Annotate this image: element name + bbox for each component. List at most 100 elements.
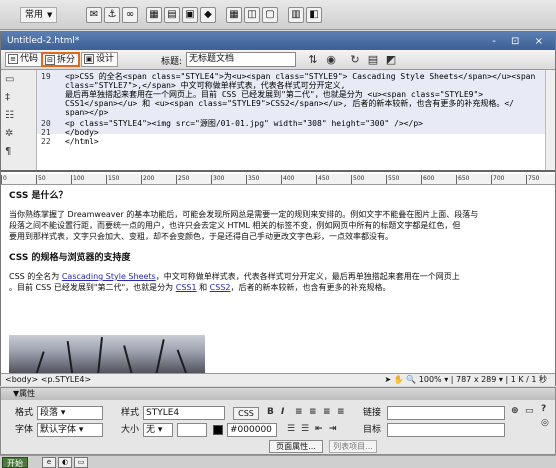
target-select[interactable] <box>387 423 505 437</box>
font-label: 字体 <box>15 425 34 435</box>
document-window: Untitled-2.html* - ⊡ × ≡ 代码 ⊟ 拆分 ▣ 设计 标题: 无… <box>0 31 556 386</box>
split-view-button[interactable]: ⊟ 拆分 <box>41 52 81 67</box>
format-select[interactable]: 段落 ▾ <box>37 406 103 420</box>
pointer-tool-icon[interactable]: ➤ <box>385 375 392 384</box>
date-icon[interactable]: ▦ <box>226 7 242 23</box>
code-line: 22 </html> <box>41 137 99 146</box>
start-button[interactable]: 开始 <box>2 457 28 468</box>
comment-icon[interactable]: ▢ <box>262 7 278 23</box>
visual-aids-icon[interactable]: ◩ <box>383 52 399 67</box>
zoom-level[interactable]: 100% <box>419 375 442 384</box>
code-scrollbar[interactable] <box>545 70 555 170</box>
size-select[interactable]: 无 ▾ <box>143 423 173 437</box>
refresh-icon[interactable]: ↻ <box>347 52 363 67</box>
code-line: CSS1</span></u> 和 <u><span class="STYLE9… <box>65 99 514 108</box>
ruler-tick: 300 <box>211 175 225 184</box>
template-icon[interactable]: ▥ <box>288 7 304 23</box>
quicklaunch-icon[interactable]: ◐ <box>58 457 72 468</box>
ordered-list-icon[interactable]: ☰ <box>301 424 309 434</box>
ruler-tick: 550 <box>386 175 400 184</box>
code-view-button[interactable]: ≡ 代码 <box>5 52 43 67</box>
ruler-tick: 700 <box>491 175 505 184</box>
properties-header[interactable]: ▼属性 <box>1 388 555 400</box>
design-view[interactable]: CSS 是什么？ 当你熟练掌握了 Dreamweaver 的基本功能后，可能会发… <box>1 185 555 375</box>
taskbar: 开始 e ◐ ▭ <box>0 455 556 468</box>
view-options-icon[interactable]: ▤ <box>365 52 381 67</box>
paragraph-line: 当你熟练掌握了 Dreamweaver 的基本功能后，可能会发现所网总是需要一定… <box>9 210 479 219</box>
zoom-tool-icon[interactable]: 🔍 <box>406 375 416 384</box>
quick-tag-icon[interactable]: ◎ <box>541 418 549 428</box>
css-button[interactable]: CSS <box>233 407 259 420</box>
size-label: 大小 <box>121 425 140 435</box>
text-color-swatch[interactable] <box>213 425 223 435</box>
ruler-tick: 500 <box>351 175 365 184</box>
font-select[interactable]: 默认字体 ▾ <box>37 423 103 437</box>
bold-button[interactable]: B <box>267 407 274 417</box>
code-line: 19 <p>CSS 的全名<span class="STYLE4">为<u><sp… <box>41 72 536 81</box>
tag-chooser-icon[interactable]: ◧ <box>306 7 322 23</box>
preview-browser-icon[interactable]: ◉ <box>323 52 339 67</box>
tree-photo-image[interactable] <box>9 335 205 375</box>
page-properties-button[interactable]: 页面属性... <box>269 440 323 453</box>
align-center-icon[interactable]: ≡ <box>309 407 317 417</box>
style-select[interactable]: STYLE4 <box>143 406 225 420</box>
ruler-tick: 100 <box>71 175 85 184</box>
code-view[interactable]: ▭ ‡ ☷ ✲ ¶ 19 <p>CSS 的全名<span class="STYLE… <box>1 70 555 172</box>
file-management-icon[interactable]: ⇅ <box>305 52 321 67</box>
code-line: 21 </body> <box>41 128 99 137</box>
table-icon[interactable]: ▦ <box>146 7 162 23</box>
document-title: Untitled-2.html* <box>7 36 80 46</box>
target-label: 目标 <box>363 425 382 435</box>
insert-category-select[interactable]: 常用 ▼ <box>20 7 58 23</box>
anchor-icon[interactable]: ⚓ <box>104 7 120 23</box>
image-icon[interactable]: ▣ <box>182 7 198 23</box>
media-icon[interactable]: ◆ <box>200 7 216 23</box>
expand-all-icon[interactable]: ☷ <box>5 110 14 121</box>
justify-icon[interactable]: ≡ <box>337 407 345 417</box>
link-css1[interactable]: CSS1 <box>176 283 197 292</box>
ruler-tick: 250 <box>176 175 190 184</box>
paragraph-line: 。目前 CSS 已经发展到"第二代"，也就是分为 CSS1 和 CSS2，后者的… <box>9 283 391 292</box>
balance-braces-icon[interactable]: ¶ <box>5 146 11 157</box>
quicklaunch-icon[interactable]: ▭ <box>74 457 88 468</box>
code-line: class="STYLE7">,</span> 中文可称做单样式表，代表各样式可… <box>65 81 346 90</box>
indent-icon[interactable]: ⇥ <box>329 424 337 434</box>
align-left-icon[interactable]: ≡ <box>295 407 303 417</box>
document-tab[interactable]: Untitled-2.html* - ⊡ × <box>1 32 555 50</box>
ruler-tick: 200 <box>141 175 155 184</box>
hand-tool-icon[interactable]: ✋ <box>394 375 404 384</box>
open-documents-icon[interactable]: ▭ <box>5 74 14 85</box>
server-icon[interactable]: ◫ <box>244 7 260 23</box>
outdent-icon[interactable]: ⇤ <box>315 424 323 434</box>
link-css2[interactable]: CSS2 <box>210 283 231 292</box>
link-cascading-style-sheets[interactable]: Cascading Style Sheets <box>62 272 156 281</box>
link-input[interactable] <box>387 406 505 420</box>
size-unit-select[interactable] <box>177 423 207 437</box>
page-title-input[interactable]: 无标题文档 <box>186 52 296 67</box>
hyperlink-icon[interactable]: ∞ <box>122 7 138 23</box>
browse-folder-icon[interactable]: ▭ <box>525 406 534 416</box>
ruler-tick: 600 <box>421 175 435 184</box>
list-item-button[interactable]: 列表项目... <box>329 440 377 453</box>
design-view-button[interactable]: ▣ 设计 <box>81 52 119 67</box>
code-icon: ≡ <box>8 54 18 64</box>
code-line: span></p> <box>65 108 109 117</box>
point-to-file-icon[interactable]: ⊕ <box>511 406 519 416</box>
code-line: 20 <p class="STYLE4"><img src="源图/01-01.j… <box>41 119 423 128</box>
help-icon[interactable]: ? <box>541 404 546 414</box>
tag-selector[interactable]: <body> <p.STYLE4> <box>5 374 91 386</box>
window-controls[interactable]: - ⊡ × <box>492 33 549 51</box>
unordered-list-icon[interactable]: ☰ <box>287 424 295 434</box>
window-size[interactable]: 787 x 289 <box>456 375 496 384</box>
italic-button[interactable]: I <box>281 407 284 417</box>
select-parent-icon[interactable]: ✲ <box>5 128 13 139</box>
align-right-icon[interactable]: ≡ <box>323 407 331 417</box>
email-link-icon[interactable]: ✉ <box>86 7 102 23</box>
ruler-tick: 0 <box>1 175 7 184</box>
collapse-tag-icon[interactable]: ‡ <box>5 92 10 103</box>
ruler-tick: 50 <box>36 175 46 184</box>
layer-icon[interactable]: ▤ <box>164 7 180 23</box>
quicklaunch-icon[interactable]: e <box>42 457 56 468</box>
heading-what-is-css: CSS 是什么？ <box>9 191 68 201</box>
color-hex-input[interactable]: #000000 <box>227 423 277 437</box>
